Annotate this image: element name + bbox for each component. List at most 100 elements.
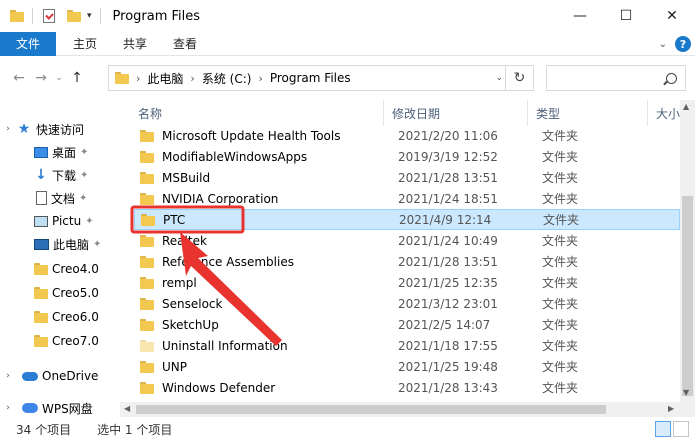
search-input[interactable] (546, 65, 686, 91)
chevron-right-icon[interactable]: › (136, 72, 140, 85)
file-date: 2019/3/19 12:52 (398, 149, 498, 164)
nav-item-downloads[interactable]: ↓ 下载 ✦ (0, 164, 104, 186)
vertical-scrollbar[interactable]: ▲ ▼ (680, 100, 695, 402)
nav-item-quick-access[interactable]: › ★ 快速访问 (0, 118, 104, 140)
chevron-right-icon[interactable]: › (0, 403, 16, 413)
chevron-down-icon[interactable]: ⌄ (495, 66, 503, 90)
table-row[interactable]: ModifiableWindowsApps 2019/3/19 12:52 文件… (134, 146, 680, 167)
nav-item-creo50[interactable]: Creo5.0 (0, 282, 104, 304)
tab-home[interactable]: 主页 (60, 32, 110, 56)
breadcrumb-drive-c[interactable]: 系统 (C:) (202, 70, 252, 87)
file-name: MSBuild (162, 170, 211, 185)
pin-icon: ✦ (93, 238, 102, 250)
file-date: 2021/2/5 14:07 (398, 317, 491, 332)
file-name: Uninstall Information (162, 338, 288, 353)
file-type: 文件夹 (542, 129, 579, 143)
nav-item-creo70[interactable]: Creo7.0 (0, 330, 104, 352)
column-header-name[interactable]: 名称 ^ (120, 100, 384, 126)
refresh-button[interactable]: ↻ (505, 66, 533, 90)
table-row[interactable]: Microsoft Update Health Tools 2021/2/20 … (134, 125, 680, 146)
navigation-pane: › ★ 快速访问 桌面 ✦ ↓ 下载 ✦ 文档 ✦ Pictu ✦ 此电脑 ✦ … (0, 100, 104, 418)
document-icon (36, 191, 47, 205)
customize-toolbar-icon[interactable]: ▾ (87, 11, 92, 21)
horizontal-scrollbar[interactable]: ◀ ▶ (120, 402, 695, 417)
table-row[interactable]: Realtek 2021/1/24 10:49 文件夹 (134, 230, 680, 251)
chevron-right-icon[interactable]: › (0, 371, 16, 381)
expand-ribbon-icon[interactable]: ⌄ (659, 39, 667, 50)
details-view-icon[interactable] (655, 421, 671, 437)
wps-cloud-icon (22, 403, 38, 413)
table-row[interactable]: rempl 2021/1/25 12:35 文件夹 (134, 272, 680, 293)
nav-item-documents[interactable]: 文档 ✦ (0, 187, 104, 209)
folder-icon (140, 171, 154, 184)
file-date: 2021/1/24 18:51 (398, 191, 498, 206)
selection-count: 选中 1 个项目 (97, 422, 173, 437)
file-type: 文件夹 (543, 213, 580, 227)
recent-locations-button[interactable]: ⌄ (52, 66, 66, 90)
scroll-down-icon[interactable]: ▼ (683, 388, 689, 397)
folder-icon (140, 129, 154, 142)
file-date: 2021/1/28 13:51 (398, 254, 498, 269)
scroll-up-icon[interactable]: ▲ (683, 102, 689, 111)
column-header-type[interactable]: 类型 (528, 100, 648, 126)
table-row-selected[interactable]: PTC 2021/4/9 12:14 文件夹 (134, 209, 680, 230)
breadcrumb-this-pc[interactable]: 此电脑 (147, 70, 183, 87)
table-row[interactable]: Windows Defender 2021/1/28 13:43 文件夹 (134, 377, 680, 398)
nav-item-this-pc[interactable]: 此电脑 ✦ (0, 233, 104, 255)
nav-item-creo40[interactable]: Creo4.0 (0, 258, 104, 280)
nav-item-wps-cloud[interactable]: › WPS网盘 (0, 397, 104, 418)
title-bar: ▾ Program Files — ☐ ✕ (0, 0, 695, 32)
file-type: 文件夹 (542, 381, 579, 395)
nav-item-onedrive[interactable]: › OneDrive (0, 365, 104, 387)
scroll-left-icon[interactable]: ◀ (124, 404, 130, 413)
maximize-button[interactable]: ☐ (603, 0, 649, 32)
up-button[interactable]: ↑ (66, 66, 88, 90)
large-icons-view-icon[interactable] (673, 421, 689, 437)
file-name: Realtek (162, 233, 207, 248)
chevron-right-icon[interactable]: › (258, 72, 262, 85)
breadcrumb-program-files[interactable]: Program Files (270, 71, 351, 85)
table-row[interactable]: Uninstall Information 2021/1/18 17:55 文件… (134, 335, 680, 356)
nav-item-pictures[interactable]: Pictu ✦ (0, 210, 104, 232)
table-row[interactable]: MSBuild 2021/1/28 13:51 文件夹 (134, 167, 680, 188)
chevron-right-icon[interactable]: › (190, 72, 194, 85)
item-count: 34 个项目 (16, 422, 72, 437)
folder-icon (140, 192, 154, 205)
download-icon: ↓ (35, 167, 47, 183)
tab-file[interactable]: 文件 (0, 31, 56, 56)
help-icon[interactable]: ? (675, 36, 691, 52)
forward-button[interactable]: → (30, 66, 52, 90)
folder-icon (140, 276, 154, 289)
folder-icon (34, 287, 48, 299)
scrollbar-thumb[interactable] (136, 405, 606, 414)
sort-ascending-icon: ^ (260, 100, 268, 106)
scrollbar-thumb[interactable] (682, 196, 693, 396)
scroll-right-icon[interactable]: ▶ (668, 404, 674, 413)
status-bar: 34 个项目 选中 1 个项目 (0, 418, 695, 440)
table-row[interactable]: Reference Assemblies 2021/1/28 13:51 文件夹 (134, 251, 680, 272)
tab-view[interactable]: 查看 (160, 32, 210, 56)
close-button[interactable]: ✕ (649, 0, 695, 32)
file-date: 2021/1/25 19:48 (398, 359, 498, 374)
window-title: Program Files (112, 8, 201, 24)
address-bar[interactable]: › 此电脑 › 系统 (C:) › Program Files ⌄ ↻ (108, 65, 534, 91)
properties-icon[interactable] (43, 9, 55, 23)
new-folder-icon[interactable] (67, 10, 81, 22)
back-button[interactable]: ← (8, 66, 30, 90)
file-date: 2021/1/28 13:51 (398, 170, 498, 185)
tab-share[interactable]: 共享 (110, 32, 160, 56)
file-name: UNP (162, 359, 187, 374)
table-row[interactable]: SketchUp 2021/2/5 14:07 文件夹 (134, 314, 680, 335)
column-header-date[interactable]: 修改日期 (384, 100, 528, 126)
folder-icon (34, 311, 48, 323)
table-row[interactable]: UNP 2021/1/25 19:48 文件夹 (134, 356, 680, 377)
nav-item-creo60[interactable]: Creo6.0 (0, 306, 104, 328)
table-row[interactable]: NVIDIA Corporation 2021/1/24 18:51 文件夹 (134, 188, 680, 209)
file-date: 2021/2/20 11:06 (398, 128, 498, 143)
table-row[interactable]: Senselock 2021/3/12 23:01 文件夹 (134, 293, 680, 314)
file-type: 文件夹 (542, 276, 579, 290)
nav-item-desktop[interactable]: 桌面 ✦ (0, 141, 104, 163)
column-header-size[interactable]: 大小 (648, 100, 680, 126)
chevron-right-icon[interactable]: › (0, 124, 16, 134)
minimize-button[interactable]: — (557, 0, 603, 32)
